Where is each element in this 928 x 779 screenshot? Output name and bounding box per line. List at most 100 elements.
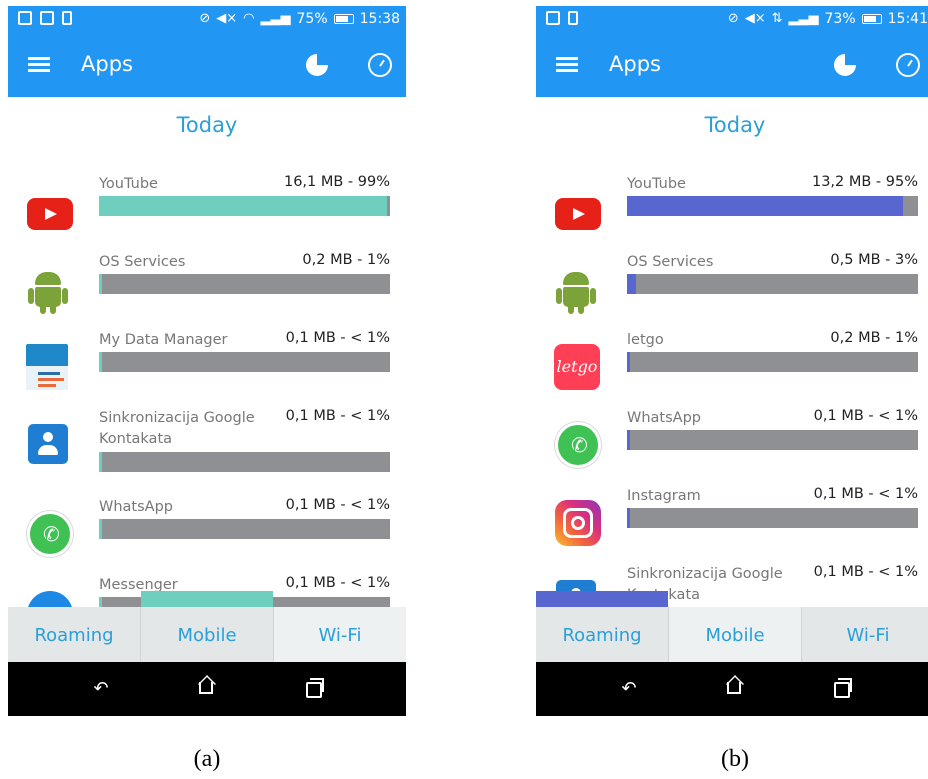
app-usage-list[interactable]: Today YouTube 13,2 MB - 95% OS Services … bbox=[536, 97, 928, 607]
period-label: Today bbox=[704, 113, 766, 137]
back-icon[interactable]: ↶ bbox=[616, 676, 642, 702]
battery-icon bbox=[861, 14, 882, 24]
my-data-manager-icon bbox=[26, 344, 68, 390]
menu-icon[interactable] bbox=[556, 57, 578, 73]
app-usage: 0,1 MB - < 1% bbox=[285, 330, 390, 346]
active-tab-indicator bbox=[536, 591, 668, 607]
status-indicators: ⊘ ◀× ⇅ ▂▃▅ 73% 15:41 bbox=[728, 11, 928, 27]
menu-icon[interactable] bbox=[28, 57, 50, 73]
usage-bar bbox=[627, 274, 918, 294]
app-title: Apps bbox=[81, 52, 133, 76]
app-name: WhatsApp bbox=[99, 499, 173, 515]
app-name: Instagram bbox=[627, 488, 701, 504]
app-usage: 0,2 MB - 1% bbox=[302, 252, 390, 268]
usage-bar-fill bbox=[627, 196, 904, 216]
app-bar: Apps bbox=[8, 34, 406, 97]
app-usage: 0,1 MB - < 1% bbox=[813, 408, 918, 424]
tab-mobile[interactable]: Mobile bbox=[141, 607, 273, 662]
app-name: YouTube bbox=[627, 176, 686, 192]
letgo-icon: letgo bbox=[554, 344, 600, 390]
wifi-icon: ◠ bbox=[243, 11, 255, 26]
list-item[interactable]: My Data Manager 0,1 MB - < 1% bbox=[8, 330, 406, 400]
usage-bar-fill bbox=[627, 508, 630, 528]
phone-screenshot-b: ⊘ ◀× ⇅ ▂▃▅ 73% 15:41 Apps Today YouTube … bbox=[536, 6, 928, 716]
usage-bar-fill bbox=[99, 352, 102, 372]
usage-bar-fill bbox=[99, 519, 102, 539]
sd-card-icon bbox=[568, 11, 578, 25]
home-icon[interactable] bbox=[722, 676, 748, 702]
mute-icon: ◀× bbox=[744, 11, 766, 26]
app-usage: 0,5 MB - 3% bbox=[830, 252, 918, 268]
usage-bar-fill bbox=[627, 352, 630, 372]
tab-wifi[interactable]: Wi-Fi bbox=[274, 607, 406, 662]
mute-icon: ◀× bbox=[216, 11, 238, 26]
tab-divider bbox=[273, 607, 274, 662]
list-item[interactable]: letgo letgo 0,2 MB - 1% bbox=[536, 330, 928, 400]
app-name: My Data Manager bbox=[99, 332, 228, 348]
list-item[interactable]: Instagram 0,1 MB - < 1% bbox=[536, 486, 928, 556]
usage-bar-fill bbox=[99, 196, 388, 216]
recents-icon[interactable] bbox=[828, 676, 854, 702]
app-usage: 0,1 MB - < 1% bbox=[813, 486, 918, 502]
network-tabs: Mobile Wi-Fi Roaming bbox=[8, 591, 406, 662]
app-usage-list[interactable]: Today YouTube 16,1 MB - 99% OS Services … bbox=[8, 97, 406, 607]
status-indicators: ⊘ ◀× ◠ ▂▃▅ 75% 15:38 bbox=[199, 11, 400, 27]
tab-roaming[interactable]: Roaming bbox=[8, 607, 140, 662]
figure-caption-a: (a) bbox=[193, 746, 221, 772]
usage-bar-fill bbox=[99, 274, 102, 294]
android-icon bbox=[24, 264, 76, 314]
tab-roaming[interactable]: Roaming bbox=[536, 607, 668, 662]
back-icon[interactable]: ↶ bbox=[88, 676, 114, 702]
signal-icon: ▂▃▅ bbox=[788, 11, 819, 26]
notification-icon bbox=[18, 11, 32, 25]
list-item[interactable]: YouTube 16,1 MB - 99% bbox=[8, 174, 406, 244]
instagram-icon bbox=[555, 500, 601, 546]
mobile-data-icon: ⇅ bbox=[771, 11, 783, 26]
usage-bar bbox=[627, 508, 918, 528]
clock-icon[interactable] bbox=[368, 53, 392, 77]
home-icon[interactable] bbox=[194, 676, 220, 702]
app-usage: 0,1 MB - < 1% bbox=[813, 564, 918, 580]
status-time: 15:38 bbox=[359, 11, 400, 27]
signal-icon: ▂▃▅ bbox=[260, 11, 291, 26]
usage-bar bbox=[99, 196, 390, 216]
usage-bar bbox=[99, 519, 390, 539]
battery-percent: 73% bbox=[824, 11, 856, 27]
app-bar: Apps bbox=[536, 34, 928, 97]
tab-divider bbox=[668, 607, 669, 662]
app-name: Sinkronizacija Google Kontakata bbox=[99, 410, 255, 447]
recents-icon[interactable] bbox=[300, 676, 326, 702]
usage-bar bbox=[627, 352, 918, 372]
usage-bar-fill bbox=[627, 274, 636, 294]
tab-wifi[interactable]: Wi-Fi bbox=[802, 607, 928, 662]
figure-caption-b: (b) bbox=[721, 746, 749, 772]
usage-bar-fill bbox=[99, 452, 102, 472]
pie-chart-icon[interactable] bbox=[306, 54, 328, 76]
status-bar: ⊘ ◀× ◠ ▂▃▅ 75% 15:38 bbox=[8, 6, 406, 34]
app-name: OS Services bbox=[99, 254, 186, 270]
usage-bar-fill bbox=[99, 597, 102, 607]
list-item[interactable]: OS Services 0,2 MB - 1% bbox=[8, 252, 406, 322]
do-not-disturb-icon: ⊘ bbox=[199, 11, 211, 26]
usage-bar bbox=[627, 430, 918, 450]
active-tab-indicator bbox=[141, 591, 273, 607]
list-item[interactable]: ✆ WhatsApp 0,1 MB - < 1% bbox=[536, 408, 928, 478]
notification-icon bbox=[40, 11, 54, 25]
battery-icon bbox=[333, 14, 354, 24]
status-bar: ⊘ ◀× ⇅ ▂▃▅ 73% 15:41 bbox=[536, 6, 928, 34]
list-item[interactable]: YouTube 13,2 MB - 95% bbox=[536, 174, 928, 244]
list-item[interactable]: Sinkronizacija Google Kontakata 0,1 MB -… bbox=[8, 408, 406, 478]
tab-divider bbox=[801, 607, 802, 662]
app-usage: 0,2 MB - 1% bbox=[830, 330, 918, 346]
usage-bar bbox=[99, 352, 390, 372]
messenger-icon bbox=[27, 591, 73, 607]
app-name: YouTube bbox=[99, 176, 158, 192]
youtube-icon bbox=[27, 198, 73, 230]
clock-icon[interactable] bbox=[896, 53, 920, 77]
list-item[interactable]: OS Services 0,5 MB - 3% bbox=[536, 252, 928, 322]
status-time: 15:41 bbox=[887, 11, 928, 27]
list-item[interactable]: ✆ WhatsApp 0,1 MB - < 1% bbox=[8, 497, 406, 567]
tab-mobile[interactable]: Mobile bbox=[669, 607, 801, 662]
pie-chart-icon[interactable] bbox=[834, 54, 856, 76]
app-title: Apps bbox=[609, 52, 661, 76]
